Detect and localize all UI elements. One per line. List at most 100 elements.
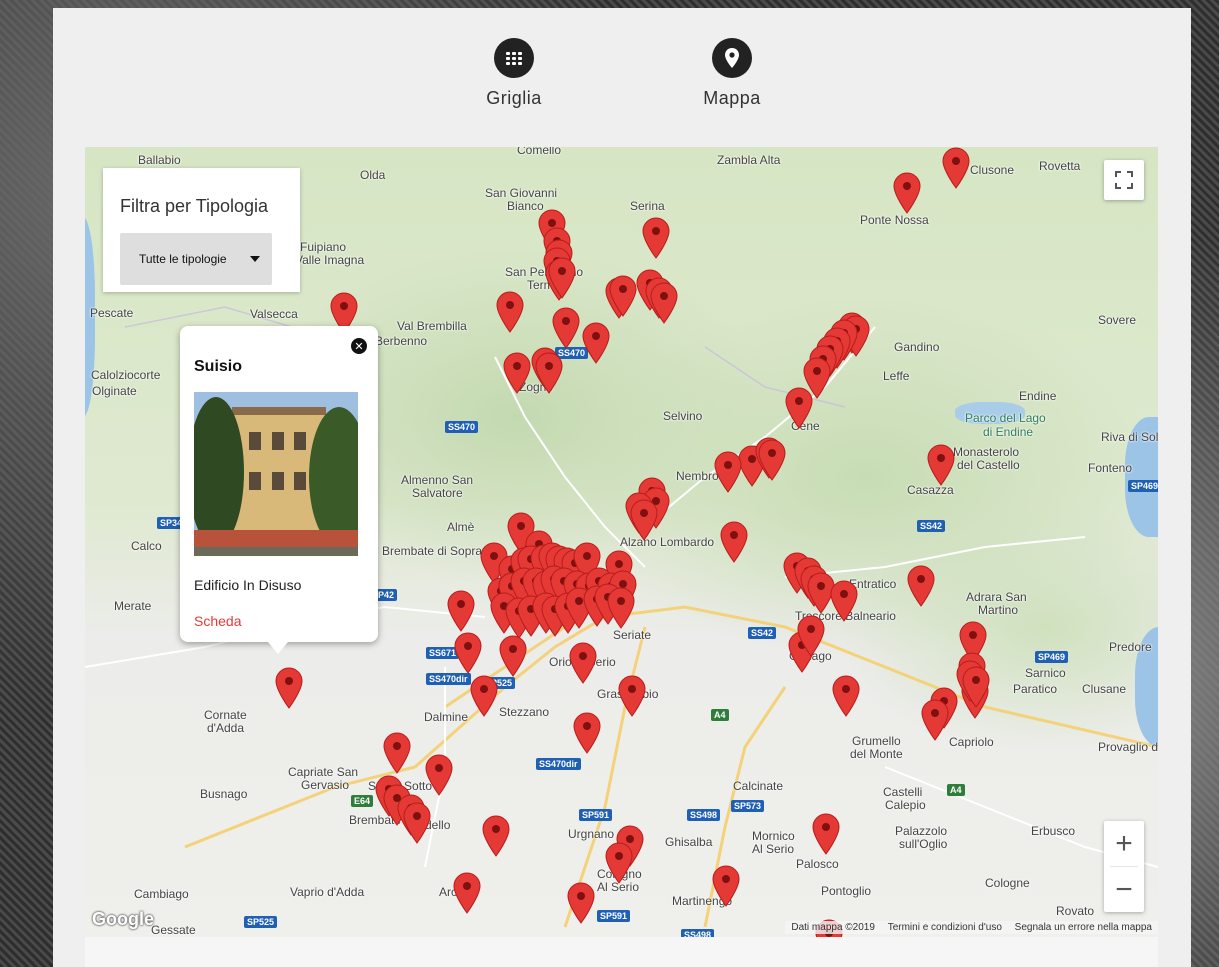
map-marker-icon[interactable] — [797, 615, 825, 657]
place-label: Capriolo — [949, 735, 994, 749]
map-marker-icon[interactable] — [832, 675, 860, 717]
info-window-title: Suisio — [194, 358, 243, 375]
map-marker-icon[interactable] — [496, 291, 524, 333]
road-shield: SP591 — [579, 809, 613, 821]
place-label: d'Adda — [207, 721, 244, 735]
filter-panel: Filtra per Tipologia Tutte le tipologie — [103, 168, 300, 292]
place-label: Parco del Lago — [965, 411, 1046, 425]
map-marker-icon[interactable] — [535, 352, 563, 394]
map-marker-icon[interactable] — [425, 754, 453, 796]
road-shield: SS470 — [445, 421, 479, 433]
map-marker-icon[interactable] — [503, 352, 531, 394]
map-marker-icon[interactable] — [470, 675, 498, 717]
road-shield: SP573 — [731, 800, 765, 812]
google-logo: Google — [92, 909, 154, 929]
place-label: Salvatore — [412, 486, 463, 500]
report-error-link[interactable]: Segnala un errore nella mappa — [1015, 922, 1152, 933]
map-marker-icon[interactable] — [383, 732, 411, 774]
road-shield: SS42 — [917, 520, 946, 532]
place-label: Riva di Solto — [1101, 430, 1158, 444]
map-marker-icon[interactable] — [812, 813, 840, 855]
place-label: Ballabio — [138, 153, 181, 167]
map-marker-icon[interactable] — [962, 666, 990, 708]
place-label: Olda — [360, 168, 386, 182]
place-label: Pontoglio — [821, 884, 872, 898]
place-label: Olginate — [92, 384, 137, 398]
road-shield: SP525 — [244, 916, 278, 928]
place-label: Fonteno — [1088, 461, 1133, 475]
map-marker-icon[interactable] — [569, 642, 597, 684]
place-label: Cambiago — [134, 887, 189, 901]
place-label: Al Serio — [752, 842, 795, 856]
road-shield: SS42 — [748, 627, 777, 639]
place-label: Nembro — [676, 469, 719, 483]
place-label: Almè — [447, 520, 475, 534]
map-marker-icon[interactable] — [714, 451, 742, 493]
place-label: Vaprio d'Adda — [290, 885, 365, 899]
map-marker-icon[interactable] — [907, 565, 935, 607]
fullscreen-button[interactable] — [1104, 160, 1144, 200]
map-marker-icon[interactable] — [830, 580, 858, 622]
map-marker-icon[interactable] — [921, 699, 949, 741]
place-label: San Giovanni — [485, 186, 558, 200]
zoom-out-button[interactable]: − — [1104, 867, 1144, 912]
map-marker-icon[interactable] — [403, 802, 431, 844]
map-pin-icon — [712, 38, 752, 78]
info-window: ✕ Suisio Edificio In Disuso Scheda — [180, 326, 378, 654]
road-shield: A4 — [947, 784, 965, 796]
place-label: Calcinate — [733, 779, 784, 793]
map-marker-icon[interactable] — [785, 387, 813, 429]
road-shield: E64 — [351, 795, 374, 807]
close-icon[interactable]: ✕ — [351, 338, 367, 354]
map-marker-icon[interactable] — [582, 322, 610, 364]
place-label: Valsecca — [250, 307, 298, 321]
place-label: Calco — [131, 539, 162, 553]
map-marker-icon[interactable] — [609, 275, 637, 317]
zoom-in-button[interactable]: + — [1104, 821, 1144, 866]
map-marker-icon[interactable] — [447, 590, 475, 632]
place-label: Leffe — [883, 369, 910, 383]
road-shield: SP469 — [1035, 651, 1069, 663]
map-marker-icon[interactable] — [454, 632, 482, 674]
map-marker-icon[interactable] — [567, 882, 595, 924]
place-label: Paratico — [1013, 682, 1058, 696]
grid-view-label: Griglia — [486, 88, 542, 108]
map-marker-icon[interactable] — [642, 217, 670, 259]
place-label: Serina — [630, 199, 665, 213]
map-marker-icon[interactable] — [548, 257, 576, 299]
map-marker-icon[interactable] — [712, 865, 740, 907]
map-marker-icon[interactable] — [720, 521, 748, 563]
terms-link[interactable]: Termini e condizioni d'uso — [888, 922, 1002, 933]
map-marker-icon[interactable] — [499, 635, 527, 677]
map-marker-icon[interactable] — [607, 587, 635, 629]
map-marker-icon[interactable] — [482, 815, 510, 857]
map-marker-icon[interactable] — [552, 307, 580, 349]
map-marker-icon[interactable] — [275, 667, 303, 709]
grid-icon — [494, 38, 534, 78]
filter-title: Filtra per Tipologia — [120, 196, 269, 216]
map-view-toggle[interactable]: Mappa — [672, 38, 792, 109]
map-view-label: Mappa — [703, 88, 761, 108]
place-label: Predore — [1109, 640, 1152, 654]
road-shield: SP469 — [1128, 480, 1158, 492]
place-label: Stezzano — [499, 705, 550, 719]
place-label: Provaglio d'Iseo — [1098, 740, 1158, 754]
fullscreen-icon — [1115, 171, 1133, 189]
map-marker-icon[interactable] — [605, 842, 633, 884]
map-marker-icon[interactable] — [927, 444, 955, 486]
map-marker-icon[interactable] — [942, 147, 970, 189]
map-marker-icon[interactable] — [630, 499, 658, 541]
place-label: Grumello — [852, 734, 901, 748]
chevron-down-icon — [250, 256, 260, 262]
details-link[interactable]: Scheda — [194, 613, 241, 629]
type-filter-select[interactable]: Tutte le tipologie — [120, 233, 272, 285]
map-marker-icon[interactable] — [650, 282, 678, 324]
place-label: Ponte Nossa — [860, 213, 929, 227]
map-marker-icon[interactable] — [758, 439, 786, 481]
map-marker-icon[interactable] — [573, 712, 601, 754]
map-marker-icon[interactable] — [893, 172, 921, 214]
map-marker-icon[interactable] — [618, 675, 646, 717]
grid-view-toggle[interactable]: Griglia — [454, 38, 574, 109]
place-label: Dalmine — [424, 710, 469, 724]
map-marker-icon[interactable] — [453, 872, 481, 914]
